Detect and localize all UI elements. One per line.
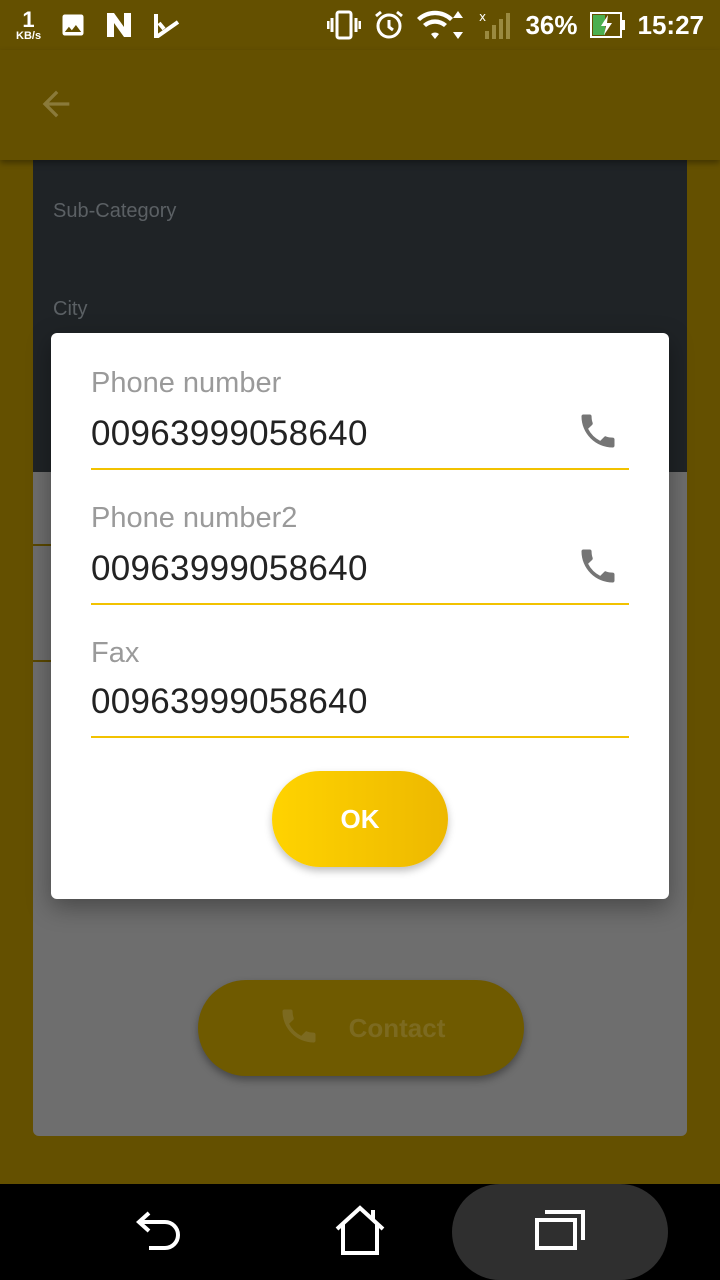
status-left: 1 KB/s — [16, 6, 181, 42]
back-button[interactable] — [30, 80, 82, 132]
arrow-back-icon — [36, 84, 76, 129]
fax-row[interactable]: 00963999058640 — [91, 670, 629, 738]
phone-number-label: Phone number — [91, 367, 282, 399]
back-icon — [135, 1207, 185, 1258]
phone-number-field: Phone number 00963999058640 — [91, 367, 629, 470]
fax-field: Fax 00963999058640 — [91, 637, 629, 738]
n-app-icon — [105, 11, 135, 39]
network-speed-unit: KB/s — [16, 29, 42, 42]
sub-category-label: Sub-Category — [53, 200, 177, 222]
nav-back-button[interactable] — [110, 1184, 210, 1280]
status-right: x 36% 15:27 — [327, 9, 704, 41]
nav-home-button[interactable] — [310, 1184, 410, 1280]
signal-icon: x — [479, 9, 513, 41]
phone-icon[interactable] — [575, 408, 621, 454]
image-icon — [59, 11, 87, 39]
contact-dialog: Phone number 00963999058640 Phone number… — [51, 333, 669, 899]
phone-number2-field: Phone number2 00963999058640 — [91, 502, 629, 605]
phone-number-row[interactable]: 00963999058640 — [91, 400, 629, 470]
phone-number-value[interactable]: 00963999058640 — [91, 414, 368, 454]
status-bar: 1 KB/s x 36% 15:27 — [0, 0, 720, 50]
home-icon — [333, 1204, 387, 1260]
clock: 15:27 — [637, 9, 705, 40]
vibrate-icon — [327, 10, 362, 40]
fax-value[interactable]: 00963999058640 — [91, 682, 368, 722]
phone-number2-row[interactable]: 00963999058640 — [91, 535, 629, 605]
recent-apps-icon — [533, 1208, 587, 1257]
svg-text:x: x — [479, 10, 486, 24]
wifi-icon — [417, 9, 467, 41]
network-speed-value: 1 — [22, 6, 35, 32]
nav-recent-apps-button[interactable] — [452, 1184, 668, 1280]
fax-label: Fax — [91, 637, 140, 669]
check-app-icon — [153, 11, 181, 39]
network-speed: 1 KB/s — [16, 6, 42, 42]
phone-number2-label: Phone number2 — [91, 502, 298, 534]
battery-charging-icon — [589, 11, 626, 39]
city-label: City — [53, 298, 88, 320]
contact-button[interactable]: Contact — [198, 980, 524, 1076]
contact-button-label: Contact — [348, 1012, 446, 1043]
ok-button[interactable]: OK — [272, 771, 448, 867]
app-bar — [0, 50, 720, 160]
phone-number2-value[interactable]: 00963999058640 — [91, 549, 368, 589]
phone-icon[interactable] — [575, 543, 621, 589]
battery-percent: 36% — [525, 9, 578, 40]
alarm-icon — [373, 9, 405, 41]
navigation-bar — [0, 1184, 720, 1280]
phone-icon — [277, 1004, 321, 1053]
